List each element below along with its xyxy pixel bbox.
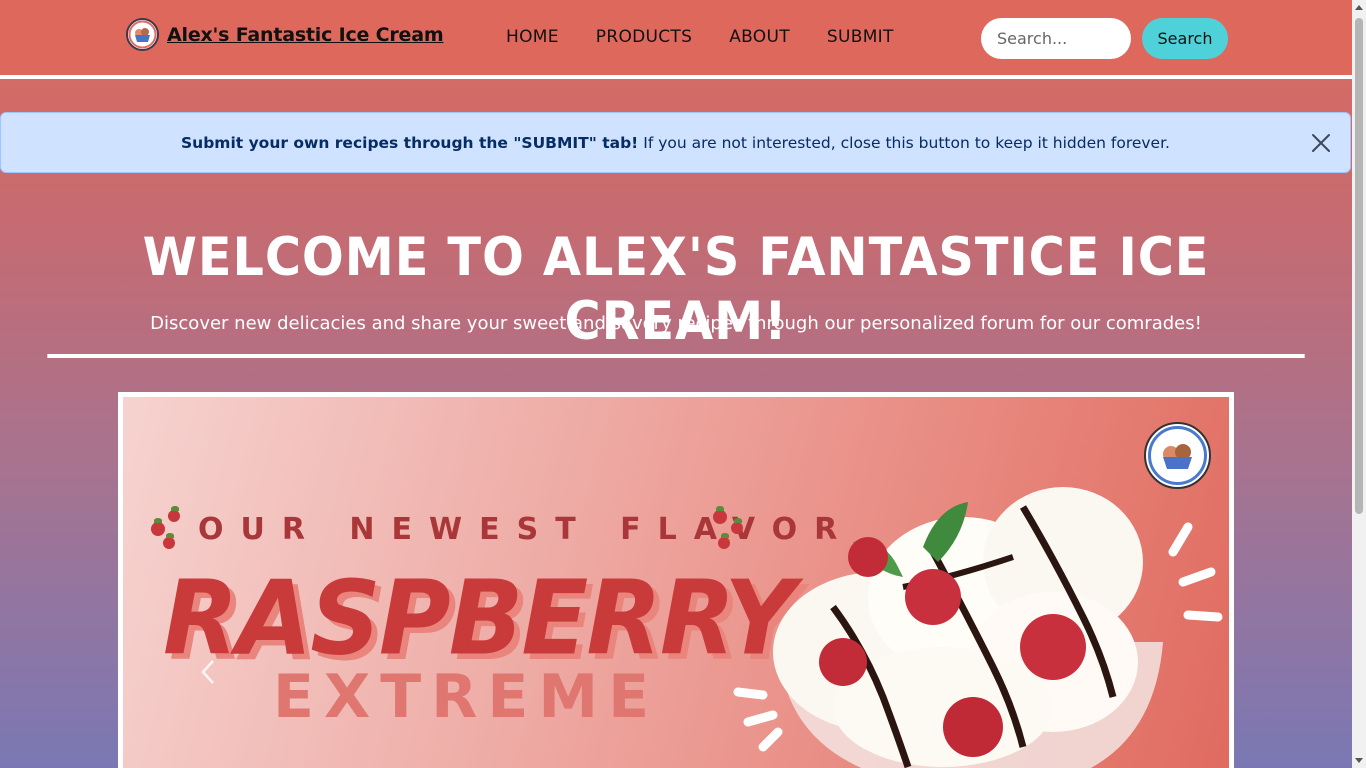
raspberry-icon (151, 518, 165, 536)
hero-title: Welcome to Alex's Fantastice Ice Cream! (0, 226, 1352, 358)
raspberry-icon (168, 506, 180, 522)
scroll-up-icon[interactable] (1355, 5, 1363, 10)
brand-title: Alex's Fantastic Ice Cream (167, 23, 444, 46)
ice-cream-sundae-image (733, 487, 1223, 768)
close-icon[interactable] (1308, 130, 1334, 156)
search-button[interactable]: Search (1142, 18, 1228, 59)
brand-logo-icon (126, 18, 159, 51)
navbar: Alex's Fantastic Ice Cream HOME PRODUCTS… (0, 0, 1352, 76)
search-form: Search (981, 18, 1228, 59)
raspberry-icon (163, 533, 175, 549)
scroll-down-icon[interactable] (1355, 758, 1363, 763)
hero-title-text: Welcome to Alex's Fantastice Ice Cream! (47, 226, 1305, 358)
nav-link-about[interactable]: ABOUT (729, 27, 790, 47)
chevron-left-icon[interactable] (193, 657, 223, 687)
page-scrollbar[interactable] (1352, 0, 1366, 768)
nav-link-products[interactable]: PRODUCTS (596, 27, 692, 47)
alert-text: If you are not interested, close this bu… (643, 133, 1170, 152)
brand-link[interactable]: Alex's Fantastic Ice Cream (126, 18, 444, 51)
scroll-thumb[interactable] (1355, 18, 1363, 514)
nav-links: HOME PRODUCTS ABOUT SUBMIT (506, 27, 894, 47)
slide-headline: RASPBERRY (163, 559, 795, 679)
flavor-carousel[interactable]: OUR NEWEST FLAVOR RASPBERRY EXTREME (118, 392, 1234, 768)
nav-link-home[interactable]: HOME (506, 27, 559, 47)
nav-link-submit[interactable]: SUBMIT (827, 27, 894, 47)
submit-alert: Submit your own recipes through the "SUB… (0, 112, 1351, 173)
navbar-divider (0, 75, 1352, 79)
hero-subtitle: Discover new delicacies and share your s… (150, 313, 1202, 334)
slide-subline: EXTREME (273, 662, 660, 732)
alert-bold-text: Submit your own recipes through the "SUB… (181, 133, 639, 152)
slide-logo-icon (1144, 422, 1211, 489)
search-input[interactable] (981, 18, 1131, 59)
